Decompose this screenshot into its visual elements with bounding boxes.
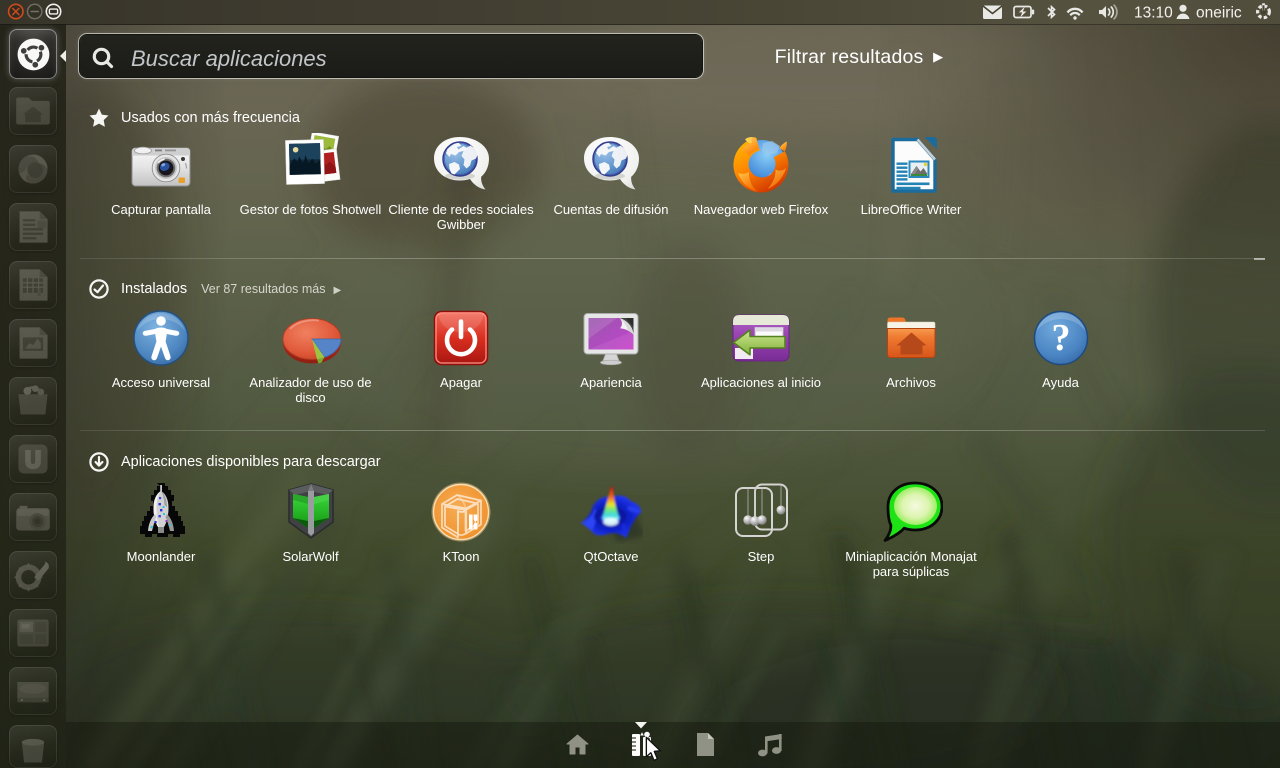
svg-text:oneiric: oneiric bbox=[1196, 5, 1242, 22]
svg-text:13:10: 13:10 bbox=[1134, 5, 1173, 22]
svg-text:?: ? bbox=[1051, 317, 1070, 359]
